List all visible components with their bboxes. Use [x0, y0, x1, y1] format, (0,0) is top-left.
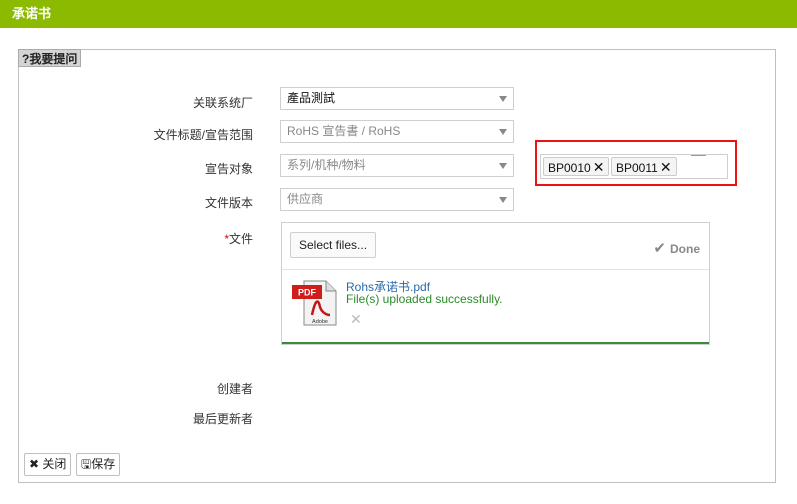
factory-select[interactable]: 產品測試 — [280, 87, 514, 110]
file-label: *文件 — [224, 230, 253, 247]
uploaded-file-item: PDF Adobe Rohs承诺书.pdf File(s) uploaded s… — [292, 275, 692, 331]
upload-progress-bar — [282, 342, 709, 344]
window-title-bar: 承诺书 — [0, 0, 797, 28]
version-label: 文件版本 — [204, 196, 253, 210]
pdf-file-icon: PDF Adobe — [292, 280, 337, 326]
save-button-label: 保存 — [91, 457, 116, 471]
updater-label: 最后更新者 — [192, 412, 253, 426]
doc-title-label: 文件标题/宣告范围 — [153, 128, 253, 142]
close-button[interactable]: ✖ 关闭 — [24, 453, 72, 476]
adobe-brand-text: Adobe — [312, 319, 328, 325]
close-icon[interactable]: ✕ — [350, 311, 362, 328]
version-select[interactable]: 供应商 — [280, 188, 514, 211]
file-label-text: 文件 — [228, 232, 253, 246]
doc-title-select-value: RoHS 宣告書 / RoHS — [287, 124, 401, 138]
factory-select-value: 產品測試 — [287, 91, 336, 105]
highlight-box — [535, 140, 737, 186]
save-button[interactable]: 🖫保存 — [76, 453, 121, 476]
target-select[interactable]: 系列/机种/物料 — [280, 154, 514, 177]
window-title: 承诺书 — [12, 6, 52, 21]
select-files-button[interactable]: Select files... — [290, 232, 377, 258]
target-label: 宣告对象 — [204, 162, 253, 176]
creator-label: 创建者 — [216, 382, 253, 396]
doc-title-select[interactable]: RoHS 宣告書 / RoHS — [280, 120, 514, 143]
close-icon: ✖ — [29, 457, 40, 471]
chevron-down-icon — [499, 96, 507, 102]
chevron-down-icon — [499, 163, 507, 169]
ask-question-button[interactable]: ?我要提问 — [18, 49, 82, 67]
factory-label: 关联系统厂 — [192, 96, 253, 110]
done-label: Done — [670, 242, 700, 256]
check-icon: ✔ — [653, 240, 666, 257]
target-select-value: 系列/机种/物料 — [287, 158, 366, 172]
upload-toolbar: Select files... ✔ Done — [282, 223, 709, 270]
upload-success-message: File(s) uploaded successfully. — [346, 292, 503, 306]
chevron-down-icon — [499, 129, 507, 135]
upload-status: ✔ Done — [653, 239, 700, 257]
chevron-down-icon — [499, 197, 507, 203]
file-upload: Select files... ✔ Done PDF Adobe Rohs承诺书.… — [281, 222, 710, 345]
version-select-value: 供应商 — [287, 192, 324, 206]
save-icon: 🖫 — [81, 457, 92, 471]
pdf-icon-text: PDF — [298, 288, 317, 298]
close-button-label: 关闭 — [42, 457, 67, 471]
